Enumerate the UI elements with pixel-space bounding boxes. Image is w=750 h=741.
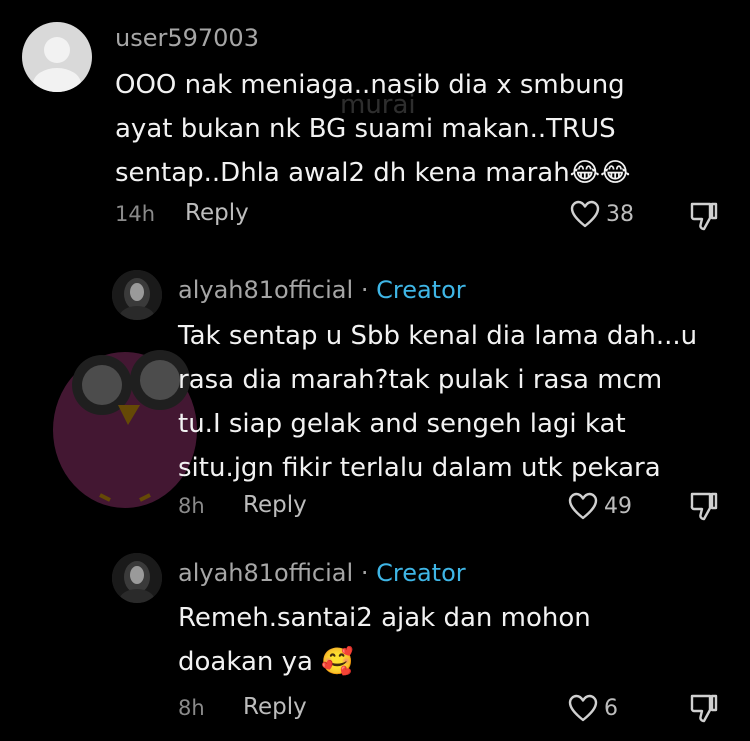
comment-text-line: situ.jgn fikir terlalu dalam utk pekara <box>178 453 661 483</box>
like-button[interactable]: 38 <box>570 200 634 228</box>
reply-button[interactable]: Reply <box>185 200 249 226</box>
comment-text-line: rasa dia marah?tak pulak i rasa mcm <box>178 365 663 395</box>
smiling-hearts-emoji: 🥰 <box>321 647 354 677</box>
comment-username-row: alyah81official · Creator <box>178 559 466 587</box>
comment-username[interactable]: user597003 <box>115 24 259 52</box>
heart-outline-icon <box>568 694 598 722</box>
comment-text-line: sentap..Dhla awal2 dh kena marah😂😂 <box>115 151 735 195</box>
dislike-button[interactable] <box>688 490 720 526</box>
like-button[interactable]: 49 <box>568 492 632 520</box>
heart-outline-icon <box>570 200 600 228</box>
comment-username[interactable]: alyah81official <box>178 276 353 304</box>
laughing-emoji: 😂😂 <box>569 158 631 188</box>
dislike-button[interactable] <box>688 692 720 728</box>
thumbs-down-icon <box>690 202 718 231</box>
reply-button[interactable]: Reply <box>243 694 307 720</box>
comment-text-line: doakan ya 🥰 <box>178 640 738 684</box>
comment-text-line: tu.I siap gelak and sengeh lagi kat <box>178 409 626 439</box>
avatar[interactable] <box>112 553 162 603</box>
comment-text-line-text: doakan ya <box>178 647 313 677</box>
default-avatar-icon <box>33 37 81 92</box>
comment-text-line: ayat bukan nk BG suami makan..TRUS <box>115 114 616 144</box>
creator-badge: Creator <box>376 276 466 304</box>
dislike-button[interactable] <box>688 200 720 236</box>
like-count: 38 <box>606 201 634 227</box>
creator-avatar-icon <box>112 553 162 603</box>
comment-text-line-text: sentap..Dhla awal2 dh kena marah <box>115 158 570 188</box>
like-button[interactable]: 6 <box>568 694 618 722</box>
comment-text: OOO nak meniaga..nasib dia x smbung ayat… <box>115 63 735 195</box>
reply-button[interactable]: Reply <box>243 492 307 518</box>
separator-dot: · <box>360 559 369 587</box>
comment-text-line: OOO nak meniaga..nasib dia x smbung <box>115 70 625 100</box>
comment-username-row: alyah81official · Creator <box>178 276 466 304</box>
comment-time: 8h <box>178 696 205 720</box>
comment-username[interactable]: alyah81official <box>178 559 353 587</box>
avatar[interactable] <box>112 270 162 320</box>
like-count: 49 <box>604 493 632 519</box>
separator-dot: · <box>360 276 369 304</box>
comment-time: 8h <box>178 494 205 518</box>
heart-outline-icon <box>568 492 598 520</box>
avatar[interactable] <box>22 22 92 92</box>
creator-badge: Creator <box>376 559 466 587</box>
comment-text: Tak sentap u Sbb kenal dia lama dah...u … <box>178 314 738 490</box>
comment-text-line: Remeh.santai2 ajak dan mohon <box>178 603 591 633</box>
comment-text: Remeh.santai2 ajak dan mohon doakan ya 🥰 <box>178 596 738 684</box>
like-count: 6 <box>604 695 618 721</box>
thumbs-down-icon <box>690 492 718 521</box>
comment-time: 14h <box>115 202 156 226</box>
thumbs-down-icon <box>690 694 718 723</box>
comment-text-line: Tak sentap u Sbb kenal dia lama dah...u <box>178 321 698 351</box>
creator-avatar-icon <box>112 270 162 320</box>
